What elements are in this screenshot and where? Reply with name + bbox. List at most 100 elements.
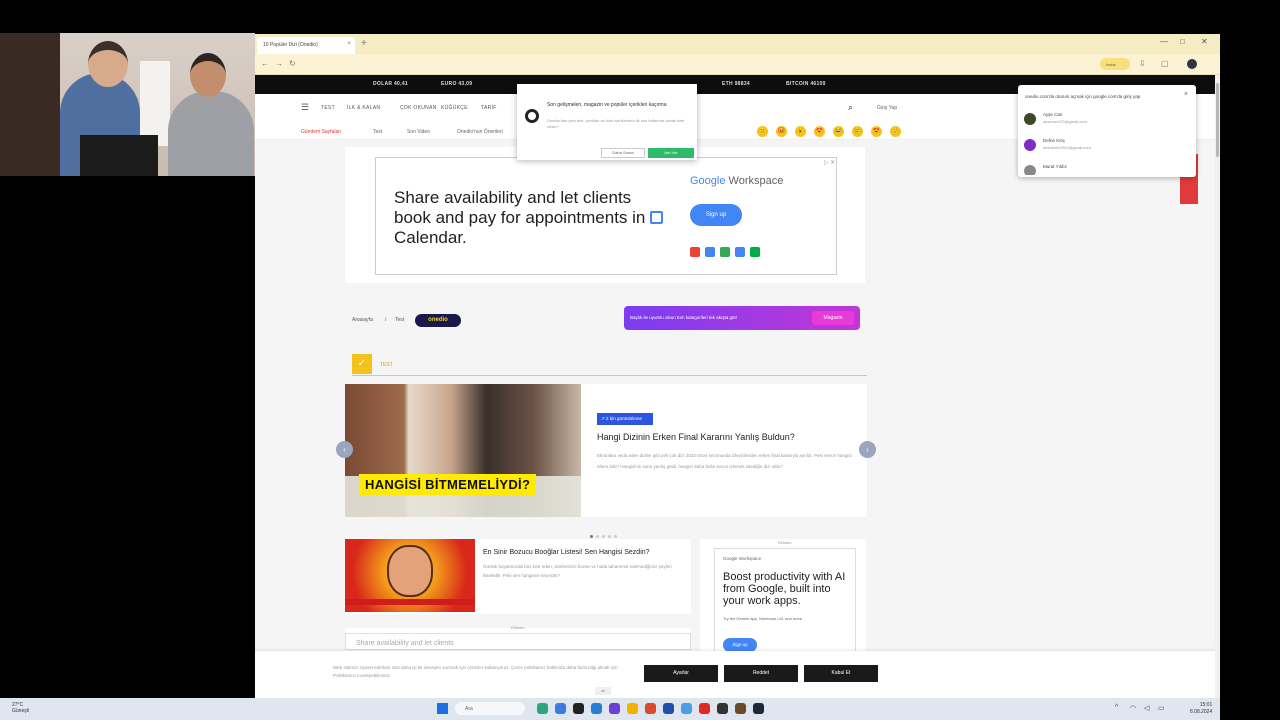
minimize-button[interactable]: — [1160,37,1168,46]
slider-prev-button[interactable]: ‹ [336,441,353,458]
new-tab-button[interactable]: + [361,38,367,49]
nav-item-test[interactable]: TEST [321,105,335,111]
taskbar-app-icon[interactable] [663,703,674,714]
category-label[interactable]: TEST [380,362,393,368]
ad-frame[interactable]: ▷ ✕ Share availability and let clients b… [375,157,837,275]
nav-item-kucukce[interactable]: KÜĞÜKÇE [441,105,468,111]
tab-close-icon[interactable]: × [347,41,351,47]
cookie-consent-bar: Web sitemizi ziyaret ederken size daha i… [255,651,1215,698]
promo-banner[interactable]: Başlık ile uyumlu olsun tüm kategorileri… [624,306,860,330]
ad-signup-button[interactable]: Sign up [690,204,742,226]
taskbar-app-icon[interactable] [627,703,638,714]
reaction-emoji[interactable]: 😢 [852,126,863,137]
account-name: Ayşe Can [1043,112,1063,117]
weather-widget[interactable]: 27°C Güneşli [12,702,29,714]
taskbar-app-icon[interactable] [573,703,584,714]
slider-next-button[interactable]: › [859,441,876,458]
slider-dot[interactable] [614,535,617,538]
address-bar[interactable]: ← → ↻ Instal ⇩ ▢ [255,54,1220,75]
taskbar-app-icon[interactable] [699,703,710,714]
reaction-emoji[interactable]: 😡 [776,126,787,137]
subnav-item[interactable]: Son Video [407,129,430,135]
reaction-emoji[interactable]: 😍 [871,126,882,137]
extensions-icon[interactable]: ▢ [1161,59,1169,68]
article-title[interactable]: En Sinir Bozucu Booğlar Listesi! Sen Han… [483,549,650,556]
ad-label: Reklam [778,540,792,545]
subnav-item[interactable]: Gündem Sayfaları [301,129,341,135]
google-account-row[interactable]: Ayşe Can aysecan123@gmail.com [1023,109,1191,131]
maximize-button[interactable]: □ [1180,37,1185,46]
reload-icon[interactable]: ↻ [289,59,296,68]
reaction-emoji[interactable]: 🙂 [890,126,901,137]
start-icon[interactable] [437,703,448,714]
reaction-emoji[interactable]: 😮 [795,126,806,137]
featured-title[interactable]: Hangi Dizinin Erken Final Kararını Yanlı… [597,432,857,442]
later-button[interactable]: Daha Sonra [601,148,645,158]
slider-dot[interactable] [608,535,611,538]
cookie-close-button[interactable]: ok [595,687,611,695]
account-name: Murat Yıldız [1043,164,1067,169]
google-account-row[interactable]: Defne Kılıç defnekilic2000@gmail.com [1023,135,1191,157]
google-account-row[interactable]: Murat Yıldız [1023,161,1191,175]
battery-icon[interactable]: ▭ [1158,704,1165,712]
browser-tab[interactable]: 10 Popüler Dizi (Onedio) × [257,37,355,54]
search-icon[interactable]: ⌕ [848,102,853,113]
taskbar-app-icon[interactable] [717,703,728,714]
back-icon[interactable]: ← [261,59,269,68]
tab-strip: 10 Popüler Dizi (Onedio) × + — □ ✕ [255,34,1220,54]
breadcrumb-section[interactable]: Test [395,317,404,323]
onedio-logo-pill[interactable]: onedio [415,314,461,327]
close-window-button[interactable]: ✕ [1201,37,1208,46]
subnav-item[interactable]: Onedio'nun Önerileri [457,129,503,135]
forward-icon[interactable]: → [275,59,283,68]
nav-item-tarif[interactable]: TARİF [481,105,497,111]
slider-dot[interactable] [602,535,605,538]
taskbar-app-icon[interactable] [645,703,656,714]
taskbar-app-icon[interactable] [609,703,620,714]
taskbar-app-icon[interactable] [555,703,566,714]
tray-arrow-icon[interactable]: ^ [1115,704,1118,711]
ticker-item: EURO 43,09 [441,81,473,87]
slider-dot[interactable] [590,535,593,538]
breadcrumb-home[interactable]: Anasayfa [352,317,373,323]
clock[interactable]: 15:01 8.08.2024 [1190,702,1212,716]
nav-item-cok-okunan[interactable]: ÇOK OKUNAN [400,105,437,111]
article-card[interactable]: En Sinir Bozucu Booğlar Listesi! Sen Han… [345,539,691,614]
reaction-emoji[interactable]: 😐 [757,126,768,137]
taskbar-app-icon[interactable] [591,703,602,714]
featured-slider[interactable]: HANGİSİ BİTMEMELİYDİ? ↗ 2 bin görüntülem… [345,384,867,517]
subnav-item[interactable]: Test [373,129,382,135]
ad-choices-icon[interactable]: ▷ ✕ [824,159,835,166]
profile-avatar[interactable] [1187,59,1197,69]
taskbar-app-icon[interactable] [537,703,548,714]
account-email: defnekilic2000@gmail.com [1043,145,1091,150]
taskbar-search[interactable]: Ara [455,702,525,715]
taskbar-app-icon[interactable] [681,703,692,714]
nav-item-ilk-kalan[interactable]: İLK & KALAN [347,105,380,111]
taskbar-app-icon[interactable] [735,703,746,714]
reaction-emoji[interactable]: 😂 [833,126,844,137]
wifi-icon[interactable]: ◠ [1130,704,1136,712]
download-icon[interactable]: ⇩ [1139,59,1146,68]
promo-button[interactable]: Magazin [812,311,854,325]
reaction-emoji[interactable]: 😍 [814,126,825,137]
scroll-thumb[interactable] [1216,83,1219,157]
cookie-accept-button[interactable]: Kabul Et [804,665,878,682]
slider-dot[interactable] [596,535,599,538]
install-button[interactable]: Instal [1100,58,1130,70]
close-icon[interactable]: × [1184,91,1188,98]
taskbar-app-icon[interactable] [753,703,764,714]
featured-image[interactable]: HANGİSİ BİTMEMELİYDİ? [345,384,581,517]
sidebar-ad-frame[interactable]: Google Workspace Boost productivity with… [714,548,856,652]
cookie-reject-button[interactable]: Reddet [724,665,798,682]
page-scrollbar[interactable] [1215,75,1220,698]
allow-button[interactable]: İzin Ver [648,148,694,158]
login-link[interactable]: Giriş Yap [877,105,897,111]
ad-text: Share availability and let clients book … [394,188,664,248]
inline-ad-frame[interactable]: Share availability and let clients [345,633,691,650]
volume-icon[interactable]: ◁ [1144,704,1149,712]
cookie-settings-button[interactable]: Ayarlar [644,665,718,682]
ad-signup-button[interactable]: Sign up [723,638,757,652]
article-image[interactable] [345,539,475,612]
menu-icon[interactable]: ☰ [301,102,309,113]
